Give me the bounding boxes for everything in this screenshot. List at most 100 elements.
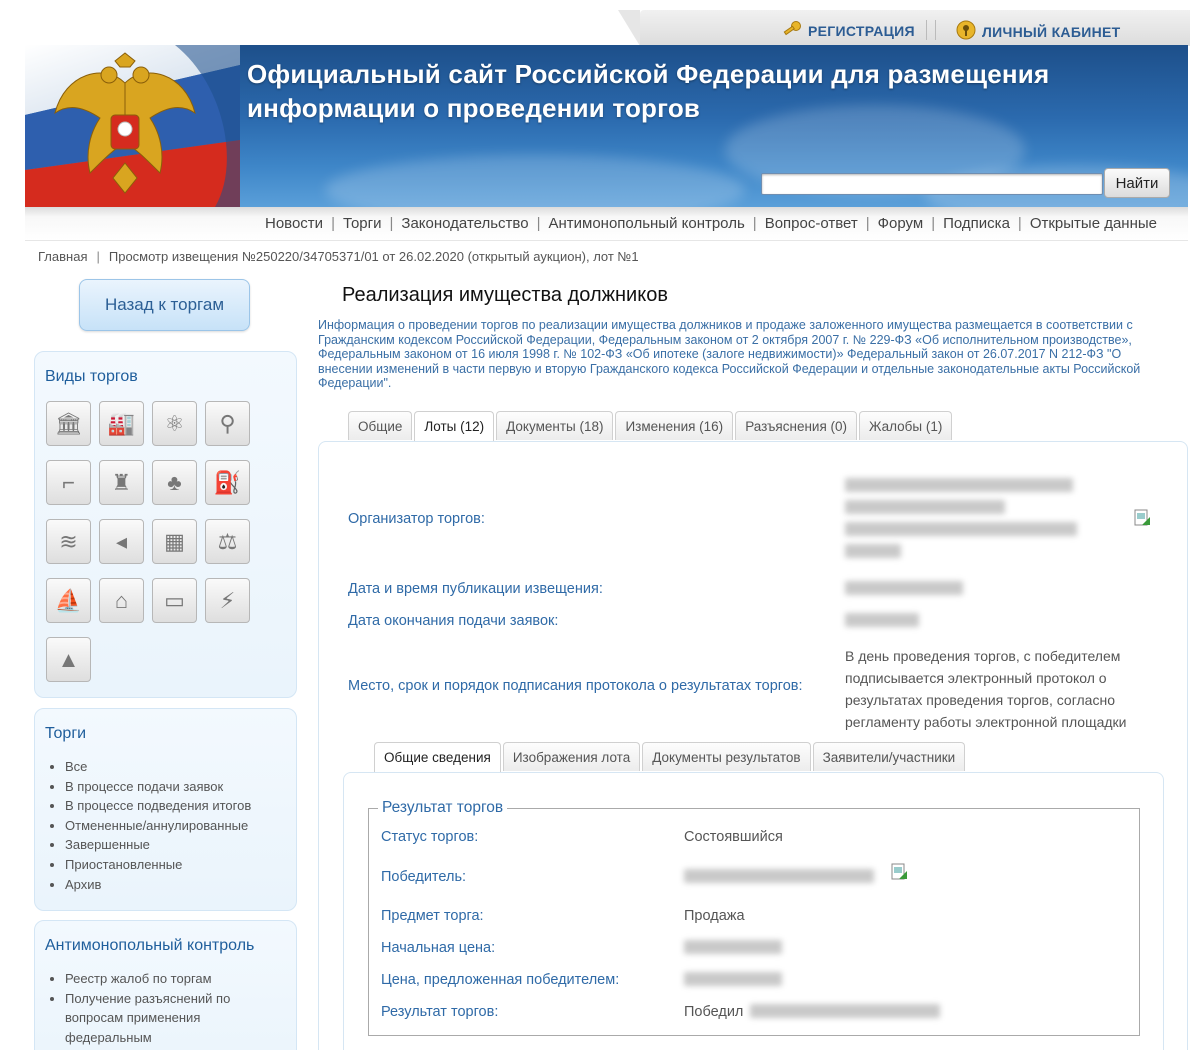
publication-date-label: Дата и время публикации извещения: <box>348 581 603 597</box>
subject-label: Предмет торга: <box>381 908 484 924</box>
back-to-torgi-button[interactable]: Назад к торгам <box>79 279 250 331</box>
result-value: Победил <box>684 1004 744 1020</box>
registration-link[interactable]: РЕГИСТРАЦИЯ <box>782 20 915 41</box>
sidebar-list-item[interactable]: Завершенные <box>65 835 251 855</box>
result-legend: Результат торгов <box>378 799 508 817</box>
tab[interactable]: Изображения лота <box>502 742 641 771</box>
start-price-label: Начальная цена: <box>381 940 496 956</box>
tab[interactable]: Заявители/участники <box>812 742 966 771</box>
breadcrumb-home-link[interactable]: Главная <box>38 249 87 264</box>
breadcrumb-current: Просмотр извещения №250220/34705371/01 о… <box>108 249 639 264</box>
antimonopoly-list: Реестр жалоб по торгамПолучение разъясне… <box>65 969 275 1047</box>
publication-date-redacted <box>845 581 963 595</box>
main-navigation: Новости | Торги | Законодательство | Антимоноп… <box>25 207 1188 241</box>
nav-item[interactable]: Законодательство <box>401 215 528 232</box>
top-link-bar: РЕГИСТРАЦИЯ ЛИЧНЫЙ КАБИНЕТ <box>618 10 1190 46</box>
tab[interactable]: Лоты (12) <box>414 411 495 441</box>
sidebar-list-item[interactable]: Получение разъяснений по вопросам примен… <box>65 989 275 1048</box>
notice-tabs: Общие Лоты (12) Документы (18) Изменения (1… <box>348 411 954 441</box>
winner-label: Победитель: <box>381 869 467 885</box>
torgi-list: ВсеВ процессе подачи заявокВ процессе по… <box>65 757 251 894</box>
sidebar-list-item[interactable]: Реестр жалоб по торгам <box>65 969 275 989</box>
oil-pump-icon[interactable]: ⛽ <box>205 460 250 505</box>
site-header: Официальный сайт Российской Федерации дл… <box>25 45 1188 207</box>
nav-separator: | <box>752 215 757 232</box>
sidebar-list-item[interactable]: Все <box>65 757 251 777</box>
torgi-types-panel: Виды торгов 🏛 🏭 ⚛ ⚲ ⌐ ♜ ♣ ⛽ ≋ ◂ ▦ ⚖ ⛵ ⌂ ▭ ⚡ ▲ <box>34 351 297 698</box>
nav-separator: | <box>1017 215 1022 232</box>
forest-icon[interactable]: ♣ <box>152 460 197 505</box>
power-line-icon[interactable]: ⚡ <box>205 578 250 623</box>
sidebar-list-item[interactable]: В процессе подведения итогов <box>65 796 251 816</box>
sidebar-list-item[interactable]: Приостановленные <box>65 855 251 875</box>
tab[interactable]: Документы (18) <box>496 411 614 440</box>
boat-icon[interactable]: ⛵ <box>46 578 91 623</box>
scales-icon[interactable]: ⚖ <box>205 519 250 564</box>
result-value-redacted <box>750 1004 940 1018</box>
status-label: Статус торгов: <box>381 829 479 845</box>
tab[interactable]: Общие сведения <box>374 742 501 772</box>
sidebar-list-item[interactable]: Отмененные/аннулированные <box>65 816 251 836</box>
nav-separator: | <box>389 215 394 232</box>
status-value: Состоявшийся <box>684 829 783 845</box>
torgi-title: Торги <box>45 725 87 742</box>
subject-value: Продажа <box>684 908 745 924</box>
factory-icon[interactable]: 🏭 <box>99 401 144 446</box>
tab[interactable]: Общие <box>348 411 413 440</box>
billboard-icon[interactable]: ▭ <box>152 578 197 623</box>
house-icon[interactable]: ⌂ <box>99 578 144 623</box>
search-button[interactable]: Найти <box>1104 168 1170 198</box>
nav-separator: | <box>331 215 335 232</box>
lot-tabs: Общие сведения Изображения лота Документы … <box>374 742 967 772</box>
crane-icon[interactable]: ⌐ <box>46 460 91 505</box>
winner-price-redacted <box>684 972 782 986</box>
nav-item[interactable]: Торги <box>343 215 382 232</box>
fish-icon[interactable]: ◂ <box>99 519 144 564</box>
protocol-label: Место, срок и порядок подписания протоко… <box>348 678 803 694</box>
antenna-icon[interactable]: ▲ <box>46 637 91 682</box>
personal-cabinet-link[interactable]: ЛИЧНЫЙ КАБИНЕТ <box>956 20 1120 43</box>
nav-item[interactable]: Новости <box>265 215 323 232</box>
top-link-separator <box>926 20 936 40</box>
nav-item[interactable]: Открытые данные <box>1030 215 1157 232</box>
nav-item[interactable]: Форум <box>878 215 924 232</box>
deadline-redacted <box>845 613 919 627</box>
antimonopoly-title: Антимонопольный контроль <box>45 937 255 954</box>
page-title: Реализация имущества должников <box>342 284 668 306</box>
hunter-icon[interactable]: ♜ <box>99 460 144 505</box>
intro-text: Информация о проведении торгов по реализ… <box>318 318 1141 391</box>
site-title: Официальный сайт Российской Федерации дл… <box>247 59 1050 123</box>
tab[interactable]: Изменения (16) <box>615 411 734 440</box>
start-price-redacted <box>684 940 782 954</box>
document-icon[interactable] <box>1133 509 1151 527</box>
nav-item[interactable]: Антимонопольный контроль <box>548 215 744 232</box>
lock-key-icon <box>956 20 976 43</box>
nav-item[interactable]: Вопрос-ответ <box>765 215 858 232</box>
nav-separator: | <box>931 215 936 232</box>
antimonopoly-panel: Антимонопольный контроль Реестр жалоб по… <box>34 920 297 1050</box>
search-input[interactable] <box>761 173 1103 195</box>
key-icon <box>782 20 802 41</box>
document-icon[interactable] <box>890 863 908 881</box>
atom-icon[interactable]: ⚛ <box>152 401 197 446</box>
building-icon[interactable]: ▦ <box>152 519 197 564</box>
organizer-label: Организатор торгов: <box>348 511 485 527</box>
tab[interactable]: Жалобы (1) <box>859 411 953 440</box>
nav-separator: | <box>865 215 870 232</box>
tab[interactable]: Документы результатов <box>642 742 811 771</box>
breadcrumb: Главная | Просмотр извещения №250220/34705… <box>38 249 639 264</box>
nav-item[interactable]: Подписка <box>943 215 1010 232</box>
winner-price-label: Цена, предложенная победителем: <box>381 972 620 988</box>
torgi-types-title: Виды торгов <box>45 368 138 385</box>
sidebar-list-item[interactable]: В процессе подачи заявок <box>65 777 251 797</box>
nav-separator: | <box>536 215 541 232</box>
protocol-value: В день проведения торгов, с победителем … <box>845 648 1127 730</box>
bank-icon[interactable]: 🏛 <box>46 401 91 446</box>
organizer-value-redacted <box>845 478 1073 492</box>
sidebar-list-item[interactable]: Архив <box>65 875 251 895</box>
water-icon[interactable]: ≋ <box>46 519 91 564</box>
theodolite-icon[interactable]: ⚲ <box>205 401 250 446</box>
deadline-label: Дата окончания подачи заявок: <box>348 613 559 629</box>
coat-of-arms-logo <box>25 45 240 207</box>
tab[interactable]: Разъяснения (0) <box>735 411 858 440</box>
